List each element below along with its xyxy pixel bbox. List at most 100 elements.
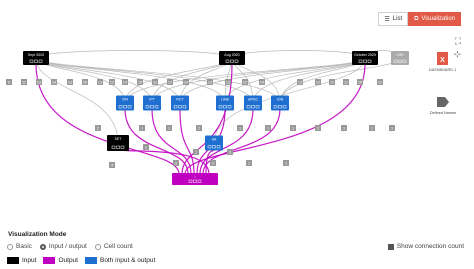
count-badge-text: 2: [317, 127, 319, 131]
count-badge-text: 2: [175, 162, 177, 166]
legend-swatch: [43, 257, 56, 264]
count-badge: 1: [389, 125, 395, 131]
count-badge-text: 12: [110, 81, 114, 85]
count-badge: 4: [109, 162, 115, 168]
both-node[interactable]: RCT: [171, 95, 189, 111]
connection-edge: [35, 57, 119, 144]
count-badge: 1: [290, 125, 296, 131]
count-badge-text: 2: [212, 162, 214, 166]
count-badge: 1: [369, 125, 375, 131]
count-badge-text: 11: [330, 81, 334, 85]
connection-edge: [35, 50, 233, 59]
count-badge-text: 13: [298, 81, 302, 85]
connection-graph: Sept 2020 Aug 2020 October 2020 VIN IPT RCT LI…: [6, 50, 456, 185]
count-badge: 14: [122, 79, 128, 85]
node-label: wPDC: [248, 98, 259, 102]
mode-input-output[interactable]: Input / output: [39, 243, 87, 250]
count-badge: 12: [315, 79, 321, 85]
node-label: ION: [277, 98, 284, 102]
count-badge-text: 14: [184, 81, 188, 85]
count-badge: 13: [67, 79, 73, 85]
both-node[interactable]: IPT: [143, 95, 161, 111]
count-badge-text: 11: [153, 81, 157, 85]
count-badge: 1: [265, 125, 271, 131]
count-badge-text: 14: [52, 81, 56, 85]
both-node[interactable]: SA: [205, 135, 223, 151]
defined-names[interactable]: Defined Names: [430, 97, 456, 115]
defined-names-label: Defined Names: [430, 111, 456, 115]
dashboard-sheet[interactable]: X DASHBOARD 1: [429, 52, 456, 72]
count-badge-text: 1: [248, 162, 250, 166]
node-label: RCT: [176, 98, 184, 102]
grey-node[interactable]: CHK: [391, 51, 409, 65]
both-node[interactable]: LINE: [216, 95, 234, 111]
count-badge: 2: [196, 125, 202, 131]
set-node[interactable]: SET: [107, 135, 129, 151]
both-node[interactable]: wPDC: [244, 95, 262, 111]
count-badge-text: 2: [97, 127, 99, 131]
count-badge-text: 3: [229, 151, 231, 155]
mode-basic[interactable]: Basic: [7, 243, 32, 250]
node-label: VIN: [122, 98, 128, 102]
connection-edge: [231, 50, 366, 59]
count-badge: 2: [210, 160, 216, 166]
count-badge-text: 12: [226, 81, 230, 85]
count-badge-text: 1: [195, 151, 197, 155]
count-badge-text: 15: [358, 81, 362, 85]
node-label: Aug 2020: [224, 53, 239, 57]
node-label: SA: [212, 138, 217, 142]
radio-icon: [94, 243, 101, 250]
input-node[interactable]: Sept 2020: [23, 51, 49, 65]
legend-output: Output: [43, 257, 78, 264]
count-badge-text: 1: [343, 127, 345, 131]
both-node[interactable]: ION: [271, 95, 289, 111]
count-badge-text: 11: [344, 81, 348, 85]
show-connection-count-toggle[interactable]: Show connection count: [387, 243, 464, 250]
count-badge-text: 13: [68, 81, 72, 85]
radio-icon: [7, 243, 13, 250]
mode-cell-count[interactable]: Cell count: [94, 243, 133, 250]
count-badge-text: 1: [391, 127, 393, 131]
legend-input: Input: [7, 257, 36, 264]
count-badge-text: 4: [111, 164, 113, 168]
count-badge: 13: [97, 79, 103, 85]
count-badge: 1: [139, 125, 145, 131]
count-badge-text: 1: [145, 146, 147, 150]
legend-swatch: [84, 257, 97, 264]
count-badge: 13: [36, 79, 42, 85]
count-badge: 14: [51, 79, 57, 85]
count-badge-text: 12: [168, 81, 172, 85]
count-badge-text: 13: [37, 81, 41, 85]
node-label: SET: [115, 137, 123, 141]
visualization-mode-title: Visualization Mode: [8, 231, 67, 238]
tag-icon: [437, 97, 449, 107]
count-badge: 2: [95, 125, 101, 131]
count-badge-text: 1: [371, 127, 373, 131]
node-label: October 2020: [354, 53, 376, 57]
count-badge: 1: [193, 149, 199, 155]
both-node[interactable]: VIN: [116, 95, 134, 111]
count-badge-text: 12: [316, 81, 320, 85]
count-badge-text: 13: [208, 81, 212, 85]
count-badge: 12: [109, 79, 115, 85]
node-label: Sept 2020: [28, 53, 44, 57]
node-label: IPT: [149, 98, 155, 102]
count-badge: 11: [152, 79, 158, 85]
output-node[interactable]: \: [172, 173, 218, 185]
count-badge-text: 1: [285, 162, 287, 166]
count-badge-text: 1: [141, 127, 143, 131]
excel-icon-letter: X: [440, 57, 445, 64]
count-badge: 1: [166, 125, 172, 131]
dashboard-label: DASHBOARD 1: [429, 68, 456, 72]
count-badge-text: 1: [292, 127, 294, 131]
input-node[interactable]: Aug 2020: [219, 51, 245, 65]
count-badge: 13: [297, 79, 303, 85]
count-badge-text: 14: [260, 81, 264, 85]
count-badge-text: 1: [168, 127, 170, 131]
checkbox-icon: [387, 243, 394, 250]
count-badge-text: 15: [138, 81, 142, 85]
radio-icon: [39, 243, 46, 250]
input-node[interactable]: October 2020: [352, 51, 378, 65]
count-badge: 1: [143, 144, 149, 150]
count-badge: 11: [21, 79, 27, 85]
